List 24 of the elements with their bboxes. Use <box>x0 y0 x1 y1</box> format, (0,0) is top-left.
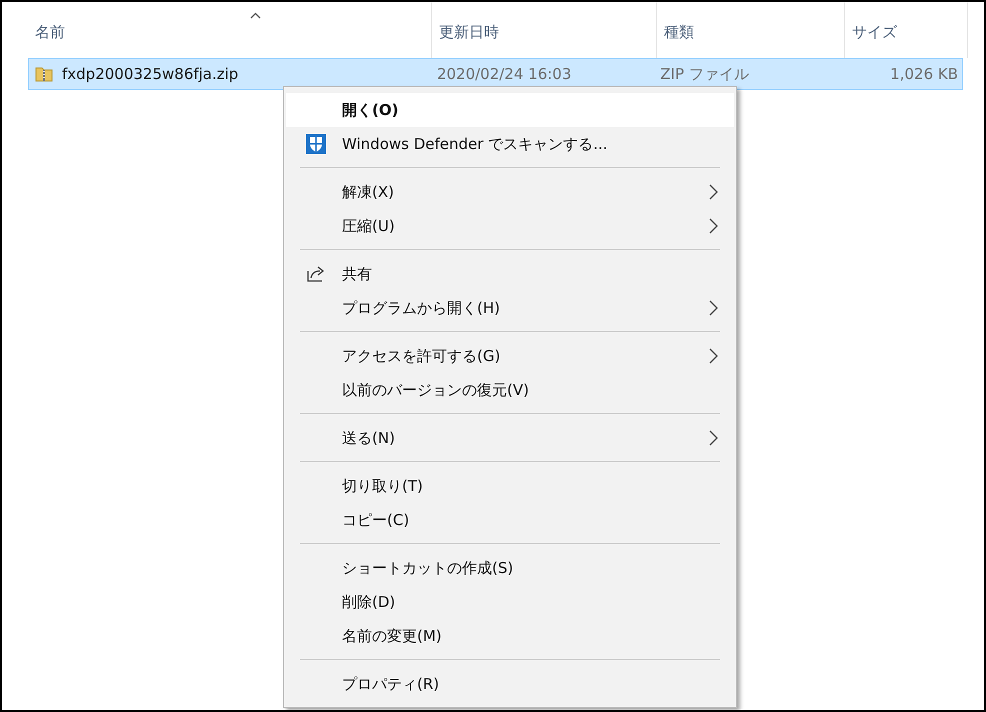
menu-item[interactable]: プログラムから開く(H) <box>286 291 734 325</box>
share-icon <box>306 265 326 283</box>
shield-icon <box>305 133 327 155</box>
file-type: ZIP ファイル <box>660 64 749 84</box>
menu-item[interactable]: ショートカットの作成(S) <box>286 551 734 585</box>
menu-item[interactable]: Windows Defender でスキャンする... <box>286 127 734 161</box>
file-name: fxdp2000325w86fja.zip <box>62 65 238 83</box>
file-row[interactable]: fxdp2000325w86fja.zip 2020/02/24 16:03 ZIP ファイル 1,026 KB <box>28 58 963 90</box>
menu-item[interactable]: アクセスを許可する(G) <box>286 339 734 373</box>
menu-item[interactable]: 切り取り(T) <box>286 469 734 503</box>
menu-item[interactable]: コピー(C) <box>286 503 734 537</box>
menu-item[interactable]: 名前の変更(M) <box>286 619 734 653</box>
menu-item[interactable]: 解凍(X) <box>286 175 734 209</box>
file-size: 1,026 KB <box>890 65 958 83</box>
menu-item[interactable]: 削除(D) <box>286 585 734 619</box>
zip-folder-icon <box>35 65 53 83</box>
menu-item[interactable]: 圧縮(U) <box>286 209 734 243</box>
modified-date: 2020/02/24 16:03 <box>436 65 572 83</box>
menu-item[interactable]: プロパティ(R) <box>286 667 734 701</box>
menu-item[interactable]: 共有 <box>286 257 734 291</box>
sort-ascending-icon <box>250 12 260 19</box>
menu-item[interactable]: 開く(O) <box>286 93 734 127</box>
menu-item[interactable]: 以前のバージョンの復元(V) <box>286 373 734 407</box>
menu-item[interactable]: 送る(N) <box>286 421 734 455</box>
